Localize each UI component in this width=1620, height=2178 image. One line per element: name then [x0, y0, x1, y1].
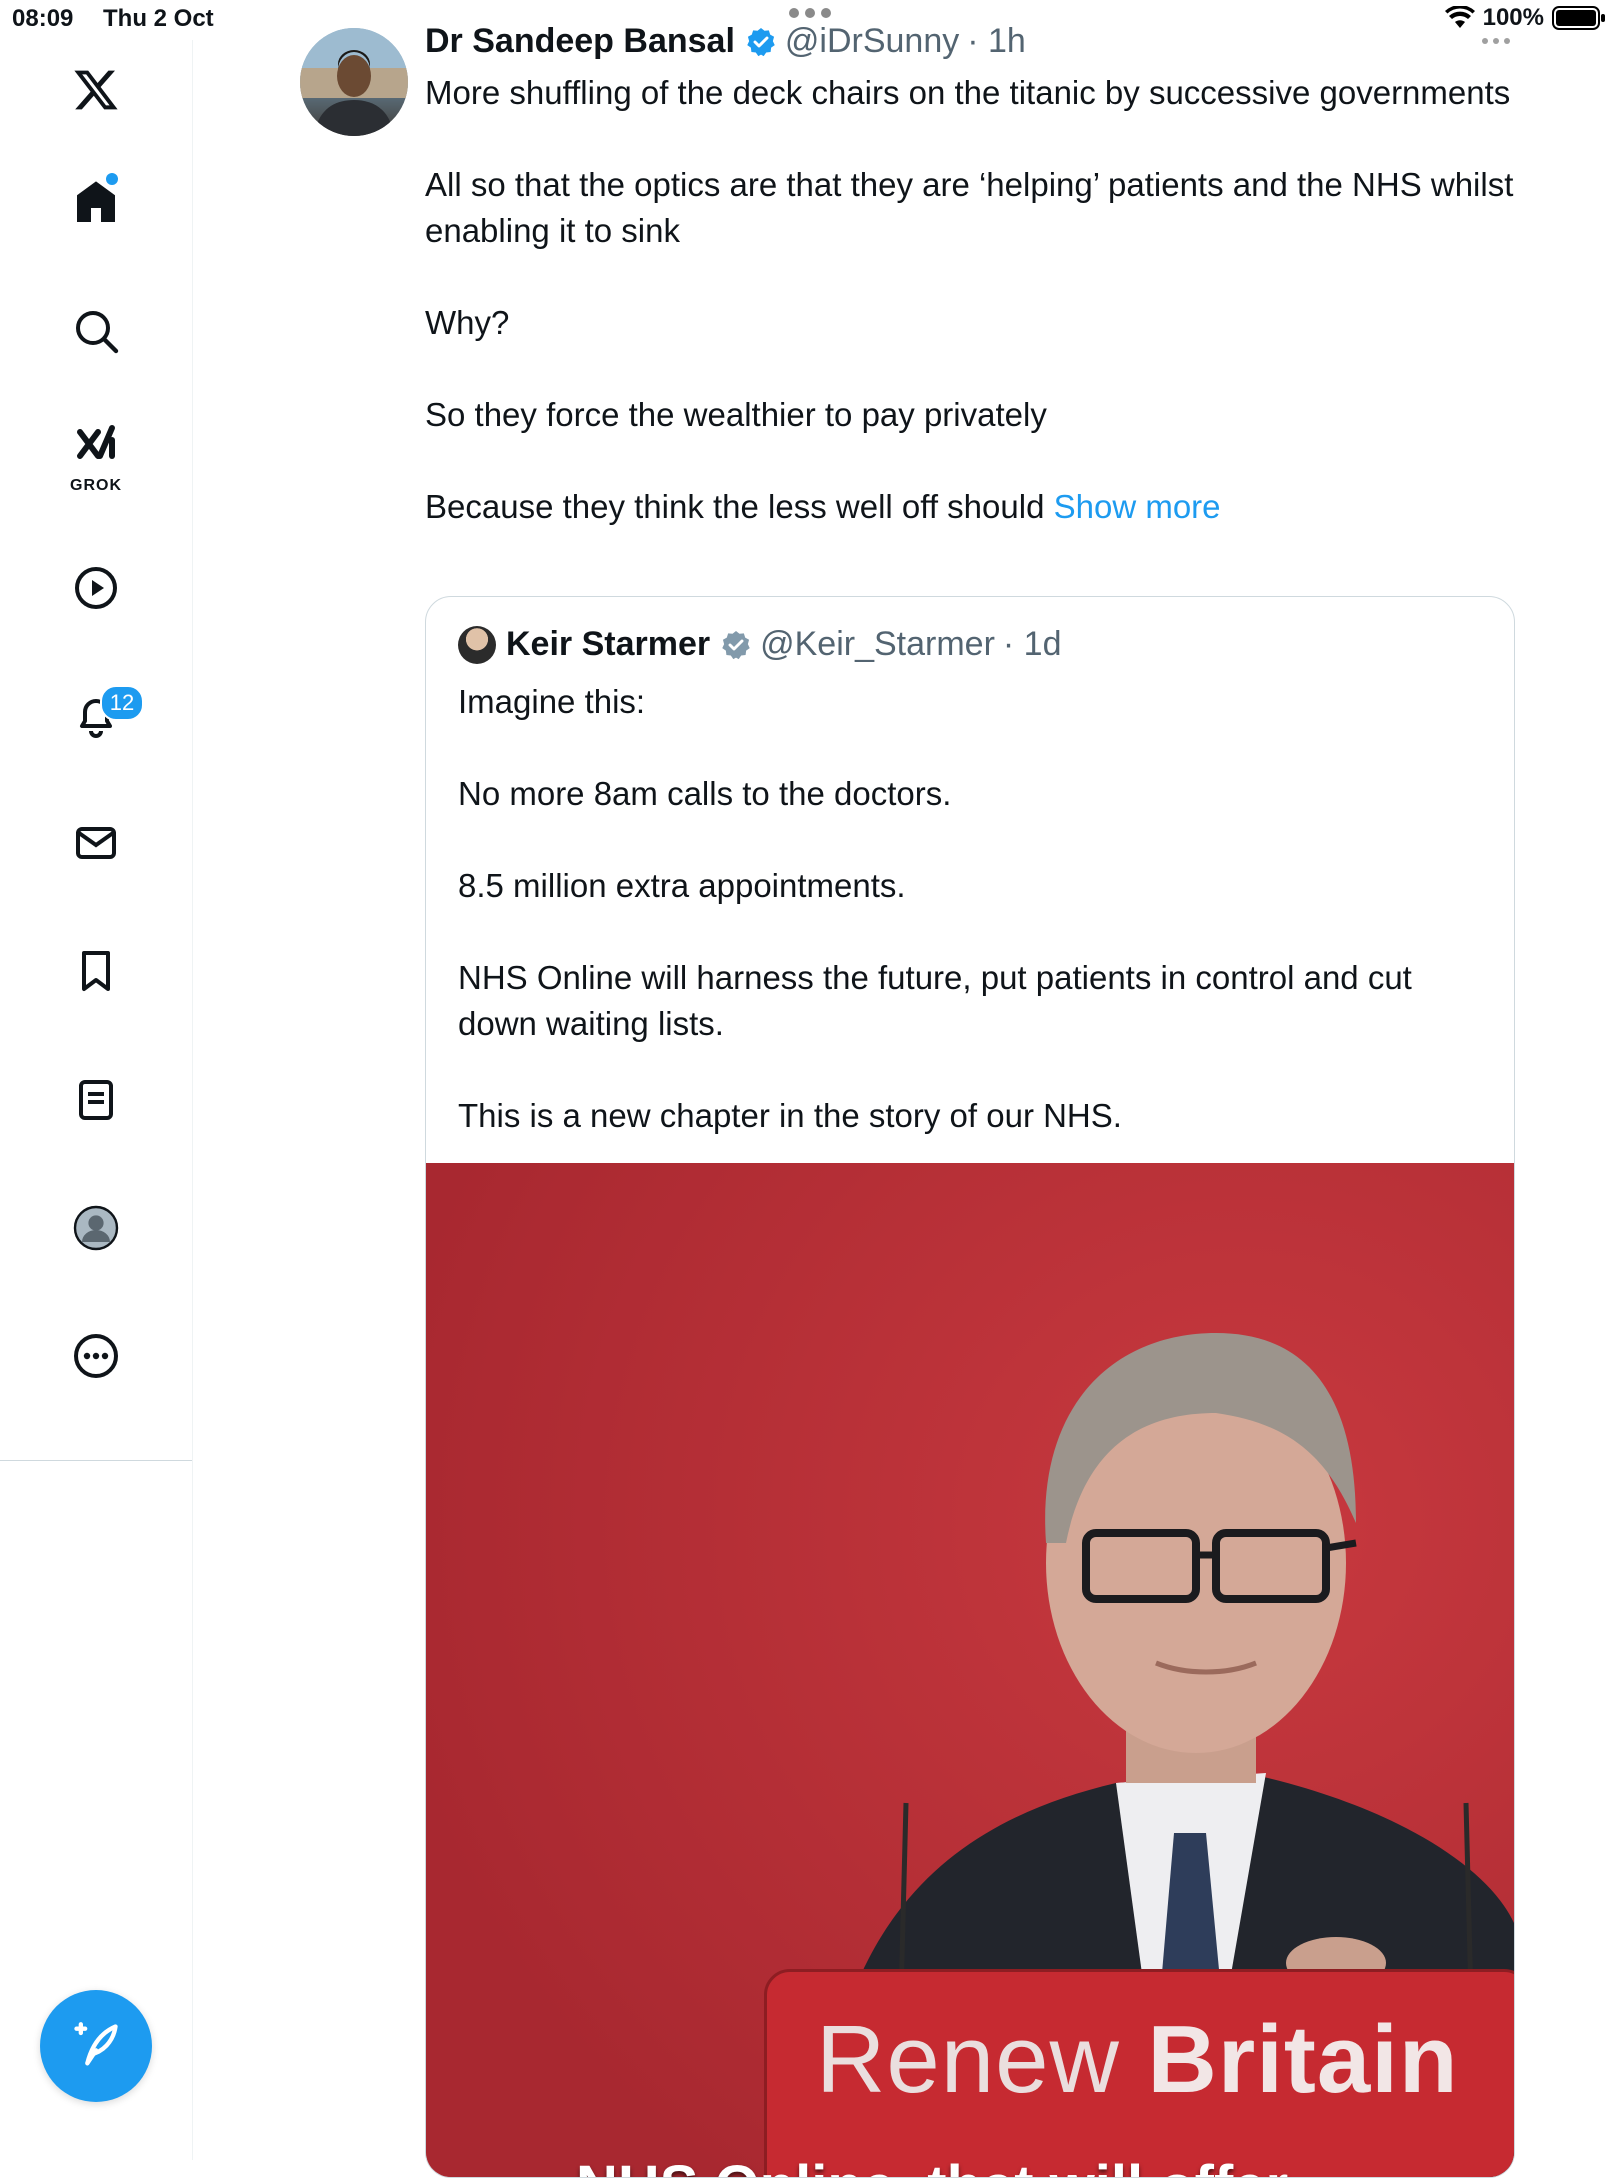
verified-badge-icon [722, 630, 750, 659]
battery-icon [1552, 6, 1605, 30]
quoted-line: 8.5 million extra appointments. [458, 867, 906, 904]
grok-icon [77, 425, 115, 459]
home-icon [77, 181, 115, 222]
grok-label: GROK [70, 477, 122, 494]
x-logo-icon [74, 70, 118, 110]
sidebar-item-more[interactable] [58, 1318, 134, 1394]
quoted-author-avatar [458, 625, 496, 664]
bookmarks-icon [82, 951, 110, 991]
sidebar-item-search[interactable] [58, 293, 134, 369]
quoted-author-name: Keir Starmer [506, 625, 711, 663]
tweet-line: Because they think the less well off sho… [425, 488, 1045, 525]
quoted-line: Imagine this: [458, 683, 646, 720]
quoted-video-media[interactable]: Renew Britain NHS Online, that will offe… [426, 1163, 1514, 2177]
tweet-line: Why? [425, 304, 510, 341]
sidebar-item-home[interactable] [58, 164, 134, 240]
video-caption: NHS Online, that will offer [576, 2153, 1288, 2177]
compose-icon [74, 2022, 118, 2066]
x-logo-button[interactable] [58, 52, 134, 128]
compose-button[interactable] [40, 1990, 152, 2102]
lists-icon [79, 1080, 113, 1120]
sidebar-item-messages[interactable] [58, 805, 134, 881]
status-date: Thu 2 Oct [103, 5, 214, 32]
tweet-line: All so that the optics are that they are… [425, 166, 1514, 249]
show-more-link[interactable]: Show more [1054, 488, 1221, 525]
home-unread-dot [106, 173, 118, 185]
search-icon [76, 311, 119, 354]
author-avatar[interactable] [300, 28, 408, 136]
wifi-icon [1444, 6, 1475, 28]
quoted-line: NHS Online will harness the future, put … [458, 959, 1412, 1042]
messages-icon [76, 827, 116, 859]
author-photo [300, 28, 408, 136]
battery-percentage: 100% [1482, 4, 1544, 31]
sidebar-item-profile[interactable] [58, 1190, 134, 1266]
quoted-author-handle: @Keir_Starmer [760, 625, 995, 663]
quoted-tweet-card[interactable]: Keir Starmer @Keir_Starmer · 1d Imagine … [425, 596, 1515, 2178]
status-time: 08:09 [12, 5, 74, 32]
quoted-tweet-timestamp: · 1d [1002, 625, 1062, 663]
tweet-line-last: Because they think the less well off sho… [425, 484, 1515, 530]
author-name[interactable]: Dr Sandeep Bansal [425, 22, 735, 61]
tweet-line: So they force the wealthier to pay priva… [425, 396, 1047, 433]
podium-banner-text: Renew Britain [816, 2005, 1459, 2115]
author-handle[interactable]: @iDrSunny [785, 22, 959, 61]
video-icon [75, 567, 117, 609]
more-icon [74, 1334, 118, 1378]
banner-word-renew: Renew [816, 2006, 1120, 2113]
profile-icon [73, 1205, 119, 1251]
verified-badge-icon [747, 27, 775, 56]
window-dots-icon[interactable] [1480, 36, 1512, 46]
sidebar-divider [0, 1460, 192, 1461]
quoted-tweet-header: Keir Starmer @Keir_Starmer · 1d [458, 625, 1062, 664]
sidebar-item-video[interactable] [58, 550, 134, 626]
banner-word-britain: Britain [1147, 2006, 1459, 2113]
tweet-timestamp[interactable]: · 1h [967, 22, 1026, 61]
multitasking-dots-icon[interactable] [786, 6, 834, 20]
quoted-line: This is a new chapter in the story of ou… [458, 1097, 1122, 1134]
sidebar-item-bookmarks[interactable] [58, 933, 134, 1009]
tweet-header: Dr Sandeep Bansal @iDrSunny · 1h [425, 22, 1026, 61]
sidebar-item-lists[interactable] [58, 1062, 134, 1138]
tweet-line: More shuffling of the deck chairs on the… [425, 74, 1511, 111]
quoted-line: No more 8am calls to the doctors. [458, 775, 952, 812]
notifications-badge: 12 [100, 685, 144, 721]
tweet-body: More shuffling of the deck chairs on the… [425, 70, 1515, 530]
sidebar-item-grok[interactable] [58, 410, 134, 486]
quoted-tweet-body: Imagine this: No more 8am calls to the d… [458, 679, 1488, 1139]
